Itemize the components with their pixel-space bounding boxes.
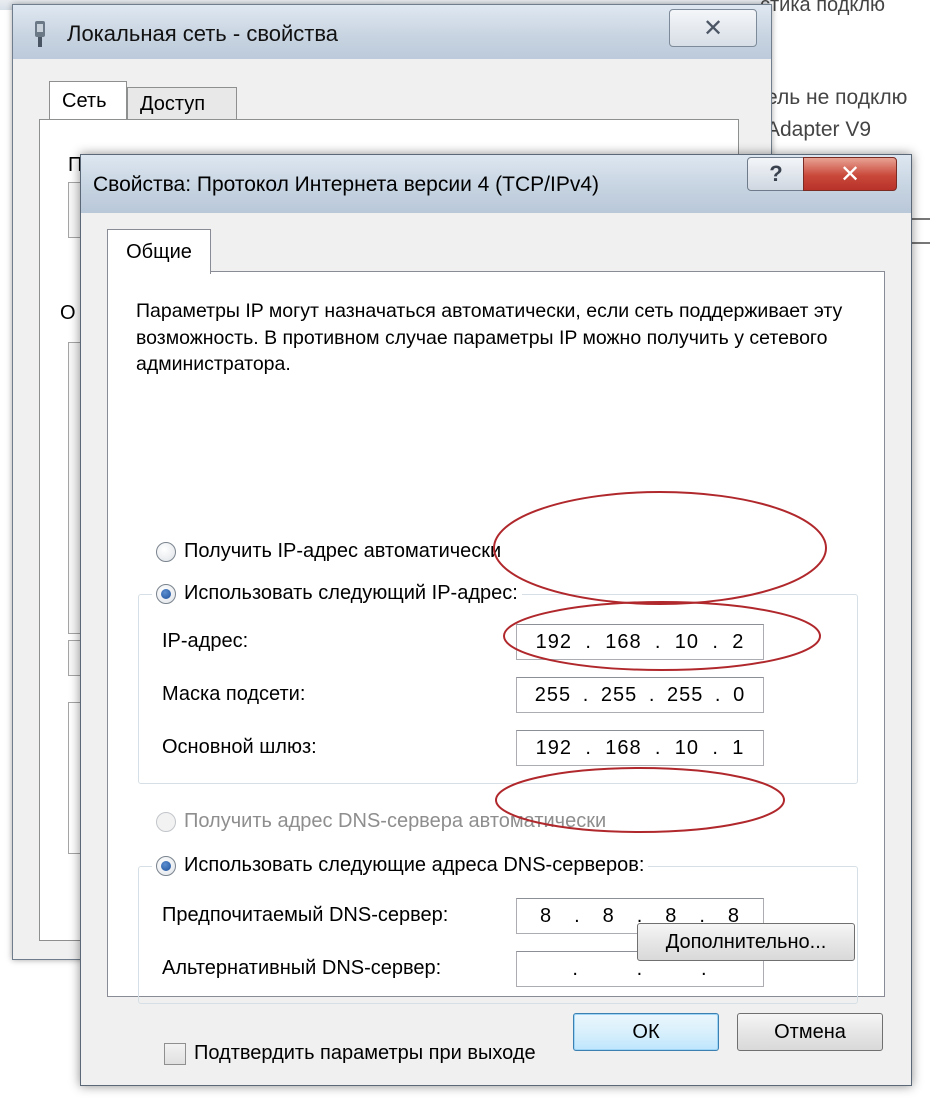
mask-octet-3: 255 — [666, 683, 704, 706]
description-text: Параметры IP могут назначаться автоматич… — [136, 300, 843, 375]
dns-auto-label: Получить адрес DNS-сервера автоматически — [184, 810, 607, 832]
gateway-octet-1: 192 — [535, 736, 573, 759]
help-icon: ? — [769, 161, 783, 186]
network-adapter-icon — [35, 21, 45, 47]
subnet-mask-input[interactable]: 255. 255. 255. 0 — [516, 677, 764, 713]
ip-octet-3: 10 — [674, 630, 700, 653]
gateway-input[interactable]: 192. 168. 10. 1 — [516, 730, 764, 766]
dns-manual-option[interactable]: Использовать следующие адреса DNS-сервер… — [152, 854, 649, 877]
dns-pref-octet-2: 8 — [602, 904, 615, 927]
lan-close-button[interactable]: ✕ — [669, 9, 757, 47]
ip-manual-label: Использовать следующий IP-адрес: — [184, 582, 518, 604]
ip-manual-option[interactable]: Использовать следующий IP-адрес: — [152, 582, 522, 605]
tab-network[interactable]: Сеть — [49, 81, 127, 120]
ip-auto-option[interactable]: Получить IP-адрес автоматически — [156, 540, 501, 563]
background-window-title-fragment: стика подклю — [760, 0, 886, 16]
background-list-lines — [912, 196, 930, 266]
gateway-octet-2: 168 — [605, 736, 642, 759]
confirm-on-exit-checkbox[interactable] — [164, 1042, 186, 1065]
background-adapter-text: Adapter V9 — [766, 118, 872, 141]
mask-octet-2: 255 — [600, 683, 638, 706]
dialog-titlebar[interactable]: Свойства: Протокол Интернета версии 4 (T… — [81, 155, 911, 213]
mask-octet-4: 0 — [733, 683, 746, 706]
tab-general[interactable]: Общие — [107, 229, 211, 274]
confirm-on-exit-option[interactable]: Подтвердить параметры при выходе — [164, 1042, 536, 1065]
ip-address-input[interactable]: 192. 168. 10. 2 — [516, 624, 764, 660]
advanced-button[interactable]: Дополнительно... — [637, 923, 855, 961]
tab-access[interactable]: Доступ — [127, 87, 237, 120]
lan-window-titlebar[interactable]: Локальная сеть - свойства ✕ — [13, 5, 771, 59]
background-status-text: ель не подклю — [766, 86, 908, 109]
lan-components-label-fragment: О — [60, 302, 76, 324]
dns-auto-option[interactable]: Получить адрес DNS-сервера автоматически — [156, 810, 606, 833]
dialog-title: Свойства: Протокол Интернета версии 4 (T… — [93, 173, 599, 196]
dns-auto-radio[interactable] — [156, 811, 176, 832]
close-button[interactable]: ✕ — [803, 157, 897, 191]
mask-octet-1: 255 — [534, 683, 572, 706]
ip-octet-1: 192 — [535, 630, 573, 653]
confirm-on-exit-label: Подтвердить параметры при выходе — [194, 1042, 536, 1064]
dns-pref-octet-1: 8 — [539, 904, 553, 927]
cancel-button[interactable]: Отмена — [737, 1013, 883, 1051]
ok-button[interactable]: ОК — [573, 1013, 719, 1051]
ip-manual-radio[interactable] — [156, 583, 176, 604]
ip-octet-2: 168 — [605, 630, 642, 653]
ip-address-label: IP-адрес: — [162, 630, 249, 652]
general-tab-panel: Параметры IP могут назначаться автоматич… — [107, 271, 885, 1065]
ipv4-properties-dialog: Свойства: Протокол Интернета версии 4 (T… — [80, 154, 912, 1086]
gateway-label: Основной шлюз: — [162, 736, 317, 758]
subnet-mask-label: Маска подсети: — [162, 683, 306, 705]
gateway-octet-3: 10 — [674, 736, 700, 759]
preferred-dns-label: Предпочитаемый DNS-сервер: — [162, 904, 449, 926]
gateway-octet-4: 1 — [732, 736, 745, 759]
alternate-dns-label: Альтернативный DNS-сервер: — [162, 957, 442, 979]
help-button[interactable]: ? — [747, 157, 805, 191]
dns-manual-label: Использовать следующие адреса DNS-сервер… — [184, 854, 645, 876]
ip-auto-radio[interactable] — [156, 541, 176, 562]
lan-window-title: Локальная сеть - свойства — [67, 21, 339, 46]
dns-manual-radio[interactable] — [156, 855, 176, 876]
ip-octet-4: 2 — [732, 630, 745, 653]
ip-auto-label: Получить IP-адрес автоматически — [184, 540, 502, 562]
close-icon: ✕ — [839, 160, 861, 188]
